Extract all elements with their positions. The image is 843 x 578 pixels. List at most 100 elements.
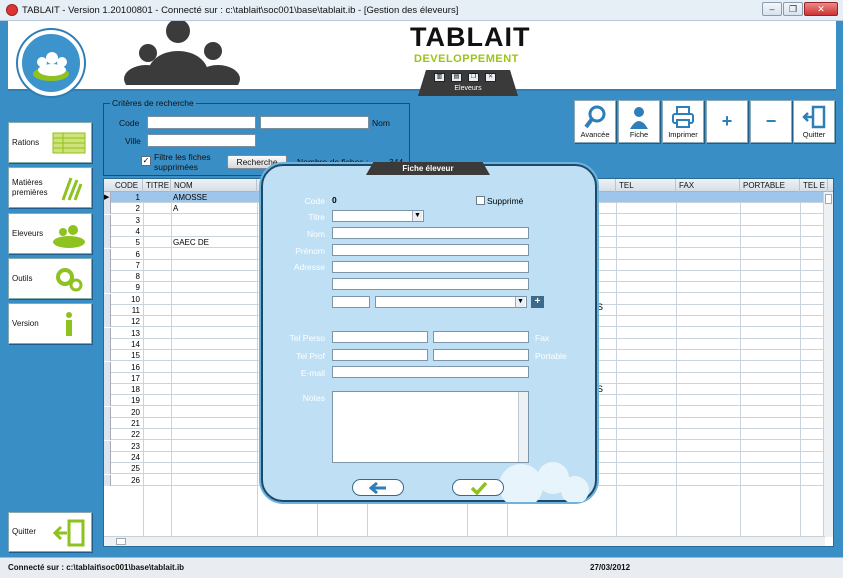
row-indicator <box>104 293 111 305</box>
exit-door-icon <box>802 105 826 129</box>
titre-select[interactable]: ▼ <box>332 210 424 222</box>
row-indicator <box>104 305 111 316</box>
address-line2-input[interactable] <box>332 278 529 290</box>
sidebar-quit-label: Quitter <box>12 527 37 536</box>
column-header-portable[interactable]: PORTABLE <box>740 179 800 192</box>
search-nom-input[interactable] <box>260 116 369 129</box>
fax-input[interactable] <box>433 331 529 343</box>
cell-nom <box>171 260 257 271</box>
cell-code: 26 <box>131 475 140 485</box>
row-indicator <box>104 338 111 350</box>
row-indicator <box>104 225 111 237</box>
window-list-icon[interactable]: ▤ <box>451 73 462 82</box>
address-line1-input[interactable] <box>332 261 529 273</box>
cell-code: 18 <box>131 385 140 395</box>
postal-code-input[interactable] <box>332 296 370 308</box>
minus-icon: − <box>765 111 777 131</box>
notes-textarea[interactable] <box>332 391 529 463</box>
home-logo[interactable] <box>18 30 84 96</box>
person-icon <box>630 107 648 129</box>
field-label-email: E-mail <box>300 368 325 378</box>
vertical-scrollbar[interactable] <box>823 192 833 537</box>
remove-button[interactable]: − <box>750 100 792 143</box>
print-button[interactable]: Imprimer <box>662 100 704 143</box>
add-city-icon[interactable]: + <box>531 296 544 308</box>
notes-scrollbar[interactable] <box>518 392 528 462</box>
row-indicator <box>104 214 111 226</box>
cell-nom <box>171 418 257 429</box>
cell-nom <box>171 475 257 486</box>
row-indicator <box>104 237 111 249</box>
cell-code: 4 <box>135 226 140 236</box>
scroll-thumb[interactable] <box>116 538 126 545</box>
row-indicator <box>104 350 111 362</box>
sidebar-item-version[interactable]: Version <box>8 303 92 344</box>
field-label-code: Code <box>304 196 325 206</box>
search-code-input[interactable] <box>147 116 256 129</box>
add-button[interactable]: + <box>706 100 748 143</box>
cell-nom <box>171 350 257 361</box>
toolbar-quit-button[interactable]: Quitter <box>793 100 835 143</box>
scroll-thumb[interactable] <box>825 194 832 204</box>
chevron-down-icon: ▼ <box>515 297 525 307</box>
row-indicator <box>104 451 111 463</box>
validate-button[interactable] <box>452 479 504 496</box>
sidebar-item-breeders[interactable]: Eleveurs <box>8 213 92 254</box>
wheat-icon <box>61 177 83 201</box>
fiche-button[interactable]: Fiche <box>618 100 660 143</box>
column-header-code[interactable]: CODE <box>112 179 143 192</box>
cell-nom <box>171 282 257 293</box>
cell-code: 9 <box>135 283 140 293</box>
cell-code: 12 <box>131 317 140 327</box>
filter-deleted-checkbox[interactable]: ✓ <box>141 156 151 166</box>
window-title: TABLAIT - Version 1.20100801 - Connecté … <box>22 5 459 16</box>
checkmark-icon <box>470 481 488 495</box>
exit-door-icon <box>52 519 85 547</box>
horizontal-scrollbar[interactable] <box>104 536 825 546</box>
cell-nom <box>171 339 257 350</box>
cell-code: 14 <box>131 339 140 349</box>
back-button[interactable] <box>352 479 404 496</box>
window-cascade-icon[interactable]: ❐ <box>468 73 479 82</box>
cell-nom <box>171 384 257 395</box>
window-title-bar[interactable]: TABLAIT - Version 1.20100801 - Connecté … <box>0 0 843 21</box>
minimize-button[interactable]: – <box>762 2 782 16</box>
advanced-search-button[interactable]: Avancée <box>574 100 616 143</box>
city-select[interactable]: ▼ <box>375 296 527 308</box>
cell-code: 11 <box>131 306 140 315</box>
sidebar-item-tools[interactable]: Outils <box>8 258 92 299</box>
column-header-fax[interactable]: FAX <box>676 179 740 192</box>
prenom-input[interactable] <box>332 244 529 256</box>
restore-button[interactable]: ❐ <box>783 2 803 16</box>
sidebar-item-label: Rations <box>12 137 40 147</box>
window-tile-icon[interactable]: ▥ <box>434 73 445 82</box>
field-label-nom: Nom <box>307 229 325 239</box>
nom-input[interactable] <box>332 227 529 239</box>
tel-prof-input[interactable] <box>332 349 428 361</box>
row-indicator <box>104 372 111 384</box>
row-indicator <box>104 395 111 407</box>
search-ville-input[interactable] <box>147 134 256 147</box>
cell-code: 16 <box>131 362 140 372</box>
column-header-tel[interactable]: TEL <box>616 179 676 192</box>
cell-code: 8 <box>135 272 140 282</box>
close-window-button[interactable]: ✕ <box>804 2 838 16</box>
column-header-tel-e[interactable]: TEL E <box>800 179 828 192</box>
sidebar-item-rations[interactable]: Rations <box>8 122 92 163</box>
sidebar-quit-button[interactable]: Quitter <box>8 512 92 552</box>
email-input[interactable] <box>332 366 529 378</box>
cell-nom <box>171 215 257 226</box>
portable-input[interactable] <box>433 349 529 361</box>
toolbar-label: Fiche <box>629 130 649 139</box>
sidebar-item-raw-materials[interactable]: Matières premières <box>8 167 92 208</box>
magnifier-icon <box>584 105 606 129</box>
tel-perso-input[interactable] <box>332 331 428 343</box>
window-close-icon[interactable]: ✕ <box>485 73 496 82</box>
field-label-notes: Notes <box>302 393 325 403</box>
info-icon <box>66 312 72 336</box>
row-indicator <box>104 384 111 396</box>
deleted-checkbox[interactable] <box>476 196 485 205</box>
column-header-nom[interactable]: NOM <box>171 179 257 192</box>
column-header-titre[interactable]: TITRE <box>143 179 171 192</box>
field-label-titre: Titre <box>308 212 325 222</box>
